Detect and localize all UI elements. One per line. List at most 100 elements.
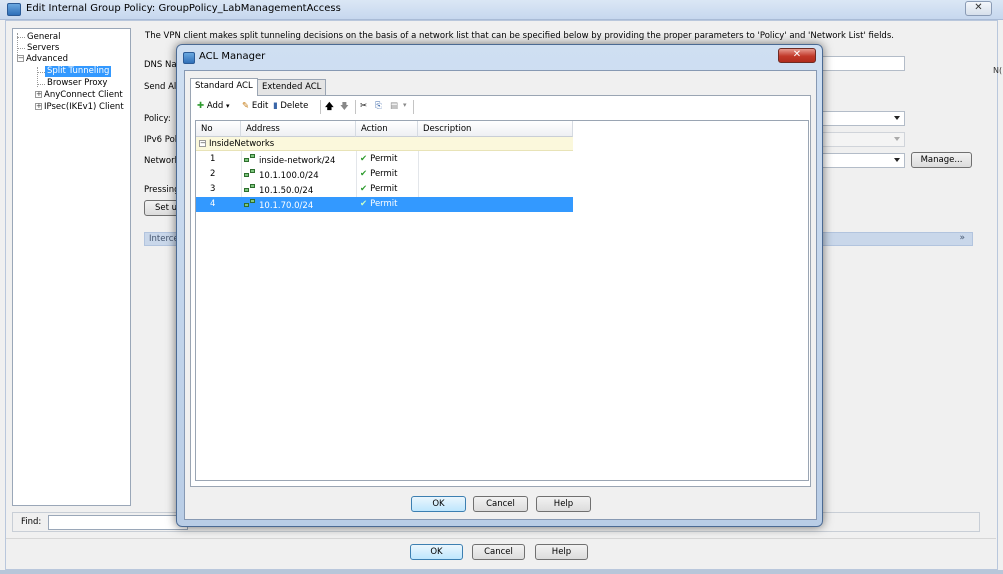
checkmark-icon: ✔ xyxy=(360,154,368,164)
chevron-down-icon[interactable]: ▾ xyxy=(226,102,230,110)
column-header-no[interactable]: No xyxy=(196,121,241,137)
table-row[interactable]: 3 10.1.50.0/24 ✔ Permit xyxy=(196,182,573,197)
cut-icon[interactable]: ✂ xyxy=(360,101,367,111)
acl-group-row[interactable]: − InsideNetworks xyxy=(196,137,573,151)
navigation-tree: General Servers − Advanced Split Tunnelin… xyxy=(12,28,131,506)
tree-item-anyconnect-client[interactable]: + AnyConnect Client xyxy=(35,90,123,101)
ok-button[interactable]: OK xyxy=(410,544,463,560)
expand-chevron-icon[interactable]: » xyxy=(959,233,965,243)
row-address: inside-network/24 xyxy=(244,154,335,166)
checkmark-icon: ✔ xyxy=(360,169,368,179)
column-header-action[interactable]: Action xyxy=(356,121,418,137)
row-address-text: inside-network/24 xyxy=(259,156,336,166)
table-row[interactable]: 4 10.1.70.0/24 ✔ Permit xyxy=(196,197,573,212)
window-title: Edit Internal Group Policy: GroupPolicy_… xyxy=(26,3,341,14)
row-action: ✔ Permit xyxy=(360,199,398,209)
edit-icon: ✎ xyxy=(242,101,250,111)
close-icon[interactable]: ✕ xyxy=(778,48,816,63)
tree-item-anyconnect-label: AnyConnect Client xyxy=(44,90,123,100)
manage-button[interactable]: Manage... xyxy=(911,152,972,168)
close-icon[interactable]: ✕ xyxy=(965,1,992,16)
table-row[interactable]: 1 inside-network/24 ✔ Permit xyxy=(196,152,573,167)
row-address-text: 10.1.70.0/24 xyxy=(259,201,314,211)
tree-connector xyxy=(37,84,45,85)
expand-icon[interactable]: + xyxy=(35,103,42,110)
send-all-label: Send All xyxy=(144,82,179,92)
tree-connector xyxy=(37,72,45,73)
collapse-icon[interactable]: − xyxy=(199,140,206,147)
intercept-section-label: Interce xyxy=(149,234,179,244)
tree-item-advanced[interactable]: − Advanced xyxy=(17,54,68,65)
dialog-cancel-button[interactable]: Cancel xyxy=(473,496,528,512)
acl-manager-dialog: ACL Manager ✕ Standard ACL Extended ACL … xyxy=(176,44,823,527)
edit-label: Edit xyxy=(251,101,269,111)
row-action-text: Permit xyxy=(370,184,398,194)
chevron-down-icon xyxy=(894,137,900,141)
dialog-ok-button[interactable]: OK xyxy=(411,496,466,512)
edit-button[interactable]: ✎ Edit xyxy=(242,101,268,111)
row-address-text: 10.1.100.0/24 xyxy=(259,171,319,181)
chevron-down-icon xyxy=(894,158,900,162)
column-header-address[interactable]: Address xyxy=(241,121,356,137)
add-icon: ✚ xyxy=(197,101,205,111)
dialog-app-icon xyxy=(183,52,195,64)
network-object-icon xyxy=(244,169,256,179)
dialog-client-area: Standard ACL Extended ACL ✚ Add ▾ ✎ Edit… xyxy=(184,70,817,520)
trash-icon: ▮ xyxy=(273,101,278,111)
tree-item-advanced-label: Advanced xyxy=(26,54,68,64)
policy-label: Policy: xyxy=(144,114,171,124)
find-input[interactable] xyxy=(48,515,188,530)
row-number: 2 xyxy=(210,169,216,179)
tree-item-servers[interactable]: Servers xyxy=(27,43,59,54)
copy-icon[interactable]: ⎘ xyxy=(375,101,382,111)
ipv6-policy-label: IPv6 Poli xyxy=(144,135,180,145)
row-action-text: Permit xyxy=(370,169,398,179)
network-object-icon xyxy=(244,154,256,164)
row-number: 1 xyxy=(210,154,216,164)
divider xyxy=(6,538,996,539)
expand-icon[interactable]: + xyxy=(35,91,42,98)
collapse-icon[interactable]: − xyxy=(17,55,24,62)
row-action: ✔ Permit xyxy=(360,184,398,194)
find-label: Find: xyxy=(21,517,42,527)
dialog-title: ACL Manager xyxy=(199,51,266,62)
chevron-down-icon[interactable]: ▾ xyxy=(403,101,407,109)
toolbar-divider xyxy=(355,100,356,114)
outer-titlebar: Edit Internal Group Policy: GroupPolicy_… xyxy=(0,0,1003,20)
tree-item-split-tunneling[interactable]: Split Tunneling xyxy=(45,66,112,77)
acl-toolbar: ✚ Add ▾ ✎ Edit ▮ Delete 🡅 🡇 ✂ ⎘ ▤ ▾ xyxy=(191,98,810,116)
row-address-text: 10.1.50.0/24 xyxy=(259,186,314,196)
checkmark-icon: ✔ xyxy=(360,184,368,194)
tree-item-ipsec-label: IPsec(IKEv1) Client xyxy=(44,102,124,112)
row-number: 4 xyxy=(210,199,216,209)
tree-item-ipsec-client[interactable]: + IPsec(IKEv1) Client xyxy=(35,102,124,113)
paste-icon[interactable]: ▤ xyxy=(390,101,398,111)
help-button[interactable]: Help xyxy=(535,544,588,560)
tree-item-browser-proxy[interactable]: Browser Proxy xyxy=(47,78,107,89)
clipped-text: N( xyxy=(993,66,1003,75)
checkmark-icon: ✔ xyxy=(360,199,368,209)
split-tunnel-description: The VPN client makes split tunneling dec… xyxy=(145,31,894,41)
dialog-help-button[interactable]: Help xyxy=(536,496,591,512)
tree-item-general[interactable]: General xyxy=(27,32,61,43)
tree-connector xyxy=(17,37,25,38)
delete-button[interactable]: ▮ Delete xyxy=(273,101,308,111)
add-button[interactable]: ✚ Add ▾ xyxy=(197,101,230,111)
pressing-label: Pressing xyxy=(144,185,180,195)
cancel-button[interactable]: Cancel xyxy=(472,544,525,560)
network-object-icon xyxy=(244,199,256,209)
row-action-text: Permit xyxy=(370,199,398,209)
tab-extended-acl[interactable]: Extended ACL xyxy=(257,79,327,95)
acl-group-name: InsideNetworks xyxy=(209,139,275,149)
column-header-description[interactable]: Description xyxy=(418,121,573,137)
delete-label: Delete xyxy=(280,101,309,111)
acl-table: No Address Action Description − InsideNet… xyxy=(195,120,809,481)
row-address: 10.1.50.0/24 xyxy=(244,184,313,196)
row-number: 3 xyxy=(210,184,216,194)
taskbar-edge xyxy=(0,570,1003,574)
chevron-down-icon xyxy=(894,116,900,120)
move-up-icon[interactable]: 🡅 xyxy=(325,101,334,115)
table-row[interactable]: 2 10.1.100.0/24 ✔ Permit xyxy=(196,167,573,182)
move-down-icon[interactable]: 🡇 xyxy=(340,101,349,115)
tab-standard-acl[interactable]: Standard ACL xyxy=(190,78,258,96)
